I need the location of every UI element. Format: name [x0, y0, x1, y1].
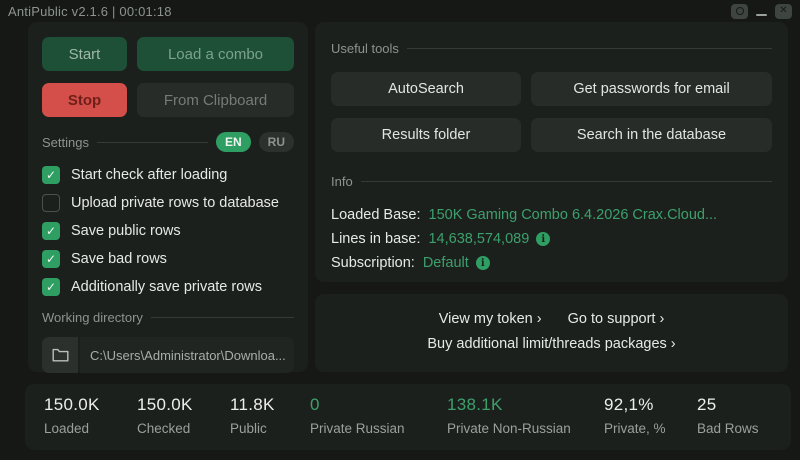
- loaded-base-value: 150K Gaming Combo 6.4.2026 Crax.Cloud...: [429, 207, 718, 223]
- folder-icon: [52, 348, 69, 362]
- tools-info-panel: Useful tools AutoSearch Get passwords fo…: [315, 22, 788, 282]
- settings-checkboxes: ✓ Start check after loading Upload priva…: [42, 166, 294, 296]
- loaded-base-label: Loaded Base:: [331, 207, 421, 223]
- load-combo-button[interactable]: Load a combo: [137, 37, 294, 71]
- subscription-value: Default: [423, 255, 469, 271]
- checkbox-checked-icon: ✓: [42, 278, 60, 296]
- info-rows: Loaded Base: 150K Gaming Combo 6.4.2026 …: [331, 203, 772, 275]
- stat-value: 25: [697, 395, 759, 415]
- divider: [361, 181, 772, 182]
- stat-checked: 150.0K Checked: [137, 395, 193, 436]
- stat-public: 11.8K Public: [230, 395, 275, 436]
- app-title: AntiPublic v2.1.6 | 00:01:18: [8, 4, 172, 19]
- stat-label: Private, %: [604, 421, 666, 436]
- info-label: Info: [331, 174, 353, 189]
- checkbox-start-check-after-loading[interactable]: ✓ Start check after loading: [42, 166, 294, 184]
- subscription-label: Subscription:: [331, 255, 415, 271]
- working-directory-label: Working directory: [42, 310, 143, 325]
- divider: [97, 142, 208, 143]
- get-passwords-button[interactable]: Get passwords for email: [531, 72, 772, 106]
- control-panel: Start Load a combo Stop From Clipboard S…: [28, 22, 308, 372]
- checkbox-save-public-rows[interactable]: ✓ Save public rows: [42, 222, 294, 240]
- links-panel: View my token › Go to support › Buy addi…: [315, 294, 788, 372]
- working-directory-path[interactable]: C:\Users\Administrator\Downloa...: [80, 337, 294, 373]
- tray-icon[interactable]: [731, 4, 748, 19]
- support-link[interactable]: Go to support ›: [568, 311, 665, 327]
- info-icon[interactable]: i: [476, 256, 490, 270]
- stat-label: Bad Rows: [697, 421, 759, 436]
- stat-label: Private Russian: [310, 421, 405, 436]
- lines-in-base-value: 14,638,574,089: [428, 231, 529, 247]
- stat-private-percent: 92,1% Private, %: [604, 395, 666, 436]
- stat-value: 150.0K: [137, 395, 193, 415]
- minimize-icon[interactable]: [756, 14, 767, 16]
- stat-private-non-russian: 138.1K Private Non-Russian: [447, 395, 571, 436]
- checkbox-checked-icon: ✓: [42, 222, 60, 240]
- results-folder-button[interactable]: Results folder: [331, 118, 521, 152]
- stat-label: Checked: [137, 421, 193, 436]
- divider: [151, 317, 294, 318]
- buy-packages-link[interactable]: Buy additional limit/threads packages ›: [427, 336, 675, 352]
- titlebar: AntiPublic v2.1.6 | 00:01:18 ✕: [0, 0, 800, 22]
- checkbox-additionally-save-private-rows[interactable]: ✓ Additionally save private rows: [42, 278, 294, 296]
- stat-label: Public: [230, 421, 275, 436]
- stat-bad-rows: 25 Bad Rows: [697, 395, 759, 436]
- lang-en-button[interactable]: EN: [216, 132, 251, 152]
- stop-button[interactable]: Stop: [42, 83, 127, 117]
- lang-ru-button[interactable]: RU: [259, 132, 294, 152]
- stat-label: Loaded: [44, 421, 100, 436]
- info-icon[interactable]: i: [536, 232, 550, 246]
- stat-value: 138.1K: [447, 395, 571, 415]
- subscription-row: Subscription: Default i: [331, 251, 772, 275]
- autosearch-button[interactable]: AutoSearch: [331, 72, 521, 106]
- stat-label: Private Non-Russian: [447, 421, 571, 436]
- stats-bar: 150.0K Loaded 150.0K Checked 11.8K Publi…: [25, 384, 791, 450]
- stat-loaded: 150.0K Loaded: [44, 395, 100, 436]
- stat-value: 150.0K: [44, 395, 100, 415]
- view-token-link[interactable]: View my token ›: [439, 311, 542, 327]
- divider: [407, 48, 772, 49]
- settings-label: Settings: [42, 135, 89, 150]
- stat-value: 0: [310, 395, 405, 415]
- checkbox-checked-icon: ✓: [42, 166, 60, 184]
- from-clipboard-button[interactable]: From Clipboard: [137, 83, 294, 117]
- lines-in-base-row: Lines in base: 14,638,574,089 i: [331, 227, 772, 251]
- stat-private-russian: 0 Private Russian: [310, 395, 405, 436]
- checkbox-label: Additionally save private rows: [71, 279, 262, 295]
- start-button[interactable]: Start: [42, 37, 127, 71]
- checkbox-checked-icon: ✓: [42, 250, 60, 268]
- search-database-button[interactable]: Search in the database: [531, 118, 772, 152]
- close-icon[interactable]: ✕: [775, 4, 792, 19]
- checkbox-upload-private-rows[interactable]: Upload private rows to database: [42, 194, 294, 212]
- browse-folder-button[interactable]: [42, 337, 78, 373]
- checkbox-label: Upload private rows to database: [71, 195, 279, 211]
- loaded-base-row: Loaded Base: 150K Gaming Combo 6.4.2026 …: [331, 203, 772, 227]
- checkbox-label: Start check after loading: [71, 167, 227, 183]
- window-controls: ✕: [731, 4, 792, 19]
- stat-value: 92,1%: [604, 395, 666, 415]
- lines-in-base-label: Lines in base:: [331, 231, 420, 247]
- useful-tools-label: Useful tools: [331, 41, 399, 56]
- circle-icon: [736, 7, 744, 15]
- checkbox-label: Save bad rows: [71, 251, 167, 267]
- checkbox-label: Save public rows: [71, 223, 181, 239]
- checkbox-unchecked-icon: [42, 194, 60, 212]
- checkbox-save-bad-rows[interactable]: ✓ Save bad rows: [42, 250, 294, 268]
- stat-value: 11.8K: [230, 395, 275, 415]
